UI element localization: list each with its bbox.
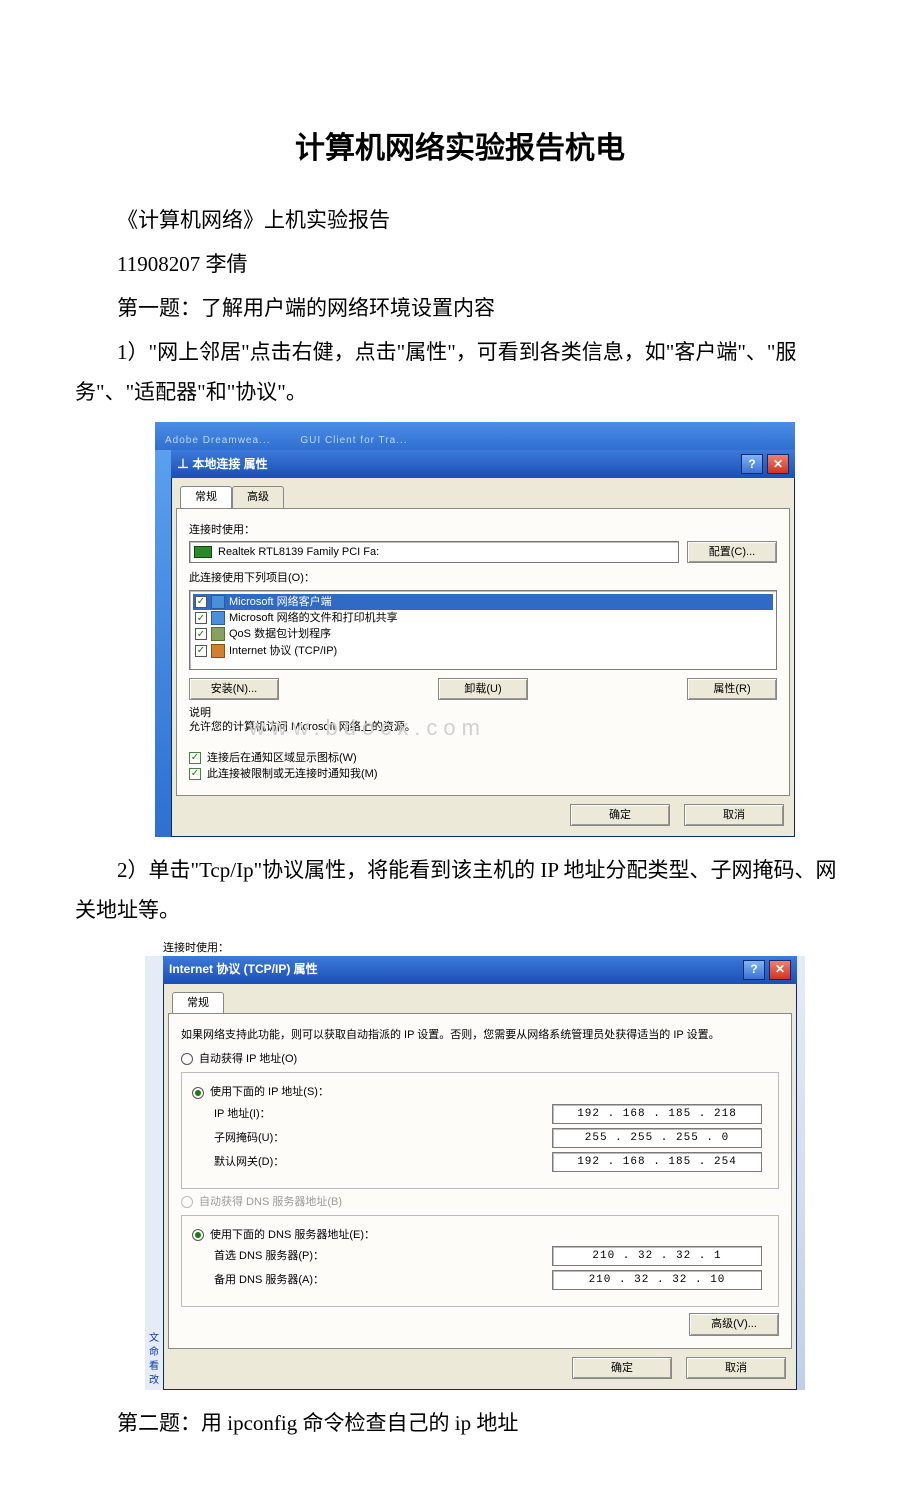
uninstall-button[interactable]: 卸载(U) — [438, 678, 528, 700]
desktop-taskbar-stub: Adobe Dreamwea... GUI Client for Tra... — [155, 422, 795, 450]
ip-field[interactable]: 192 . 168 . 185 . 218 — [552, 1104, 762, 1124]
label-dns2: 备用 DNS 服务器(A)： — [214, 1273, 324, 1287]
radio-label: 使用下面的 IP 地址(S)： — [210, 1085, 329, 1099]
help-button[interactable]: ? — [741, 454, 763, 474]
items-listbox[interactable]: Microsoft 网络客户端 Microsoft 网络的文件和打印机共享 Qo… — [189, 590, 777, 670]
radio-label: 自动获得 DNS 服务器地址(B) — [199, 1195, 342, 1209]
list-item-label: QoS 数据包计划程序 — [229, 627, 331, 641]
gateway-field[interactable]: 192 . 168 . 185 . 254 — [552, 1152, 762, 1172]
advanced-button[interactable]: 高级(V)... — [689, 1313, 779, 1335]
radio-icon — [181, 1196, 193, 1208]
q2-heading: 第二题：用 ipconfig 命令检查自己的 ip 地址 — [75, 1404, 845, 1444]
behind-label: 连接时使用： — [145, 941, 805, 955]
close-button[interactable]: ✕ — [767, 454, 789, 474]
taskbar-stub-2: GUI Client for Tra... — [300, 434, 407, 447]
cancel-button[interactable]: 取消 — [684, 804, 784, 826]
q1-heading: 第一题：了解用户端的网络环境设置内容 — [75, 289, 845, 329]
checkbox-icon[interactable] — [189, 752, 201, 764]
help-button[interactable]: ? — [743, 960, 765, 980]
page-title: 计算机网络实验报告杭电 — [75, 120, 845, 177]
nic-icon — [194, 546, 212, 558]
hint-text: 如果网络支持此功能，则可以获取自动指派的 IP 设置。否则，您需要从网络系统管理… — [181, 1028, 779, 1042]
label-connect-using: 连接时使用： — [189, 523, 777, 537]
radio-icon[interactable] — [181, 1053, 193, 1065]
radio-icon[interactable] — [192, 1229, 204, 1241]
subtitle-line: 《计算机网络》上机实验报告 — [75, 201, 845, 241]
dialog-titlebar: ⊥ 本地连接 属性 ? ✕ — [171, 450, 795, 478]
radio-label: 自动获得 IP 地址(O) — [199, 1052, 297, 1066]
client-icon — [211, 595, 225, 609]
dns2-field[interactable]: 210 . 32 . 32 . 10 — [552, 1270, 762, 1290]
tab-general[interactable]: 常规 — [172, 992, 224, 1013]
list-item[interactable]: Internet 协议 (TCP/IP) — [193, 643, 773, 659]
list-item-label: Internet 协议 (TCP/IP) — [229, 644, 337, 658]
checkbox-label: 此连接被限制或无连接时通知我(M) — [207, 767, 378, 781]
list-item[interactable]: QoS 数据包计划程序 — [193, 626, 773, 642]
checkbox-icon[interactable] — [195, 596, 207, 608]
ok-button[interactable]: 确定 — [572, 1357, 672, 1379]
tab-advanced[interactable]: 高级 — [232, 486, 284, 507]
list-item[interactable]: Microsoft 网络的文件和打印机共享 — [193, 610, 773, 626]
edge-char: 改 — [145, 1374, 163, 1388]
checkbox-icon[interactable] — [195, 628, 207, 640]
q1-step1: 1）"网上邻居"点击右健，点击"属性"，可看到各类信息，如"客户端"、"服务"、… — [75, 333, 845, 413]
checkbox-notify[interactable]: 此连接被限制或无连接时通知我(M) — [189, 767, 777, 781]
window-edge-right — [797, 956, 805, 1390]
label-mask: 子网掩码(U)： — [214, 1131, 284, 1145]
label-items: 此连接使用下列项目(O)： — [189, 571, 777, 585]
label-dns1: 首选 DNS 服务器(P)： — [214, 1249, 324, 1263]
watermark-text: www.bdocx.com — [249, 714, 486, 743]
dns1-field[interactable]: 210 . 32 . 32 . 1 — [552, 1246, 762, 1266]
radio-icon[interactable] — [192, 1087, 204, 1099]
dialog-title: 本地连接 属性 — [192, 457, 267, 471]
taskbar-stub-1: Adobe Dreamwea... — [165, 434, 270, 447]
configure-button[interactable]: 配置(C)... — [687, 541, 777, 563]
radio-use-dns[interactable]: 使用下面的 DNS 服务器地址(E)： — [192, 1228, 768, 1242]
q1-step2: 2）单击"Tcp/Ip"协议属性，将能看到该主机的 IP 地址分配类型、子网掩码… — [75, 851, 845, 931]
cancel-button[interactable]: 取消 — [686, 1357, 786, 1379]
window-edge-left: 文 命 看 改 — [145, 956, 163, 1390]
list-item[interactable]: Microsoft 网络客户端 — [193, 594, 773, 610]
tcpip-icon — [211, 644, 225, 658]
service-icon — [211, 611, 225, 625]
list-item-label: Microsoft 网络客户端 — [229, 595, 332, 609]
radio-use-ip[interactable]: 使用下面的 IP 地址(S)： — [192, 1085, 768, 1099]
edge-char: 看 — [145, 1360, 163, 1374]
list-item-label: Microsoft 网络的文件和打印机共享 — [229, 611, 398, 625]
adapter-name: Realtek RTL8139 Family PCI Fa: — [218, 545, 379, 559]
checkbox-icon[interactable] — [195, 645, 207, 657]
checkbox-show-icon[interactable]: 连接后在通知区域显示图标(W) — [189, 751, 777, 765]
install-button[interactable]: 安装(N)... — [189, 678, 279, 700]
dialog-title: Internet 协议 (TCP/IP) 属性 — [169, 962, 318, 978]
dialog-titlebar: Internet 协议 (TCP/IP) 属性 ? ✕ — [163, 956, 797, 984]
qos-icon — [211, 627, 225, 641]
properties-button[interactable]: 属性(R) — [687, 678, 777, 700]
mask-field[interactable]: 255 . 255 . 255 . 0 — [552, 1128, 762, 1148]
label-ip: IP 地址(I)： — [214, 1107, 271, 1121]
ok-button[interactable]: 确定 — [570, 804, 670, 826]
radio-auto-dns: 自动获得 DNS 服务器地址(B) — [181, 1195, 779, 1209]
checkbox-icon[interactable] — [189, 768, 201, 780]
desktop-left-strip — [155, 450, 171, 837]
dialog-local-connection: Adobe Dreamwea... GUI Client for Tra... … — [155, 422, 795, 837]
edge-char: 命 — [145, 1346, 163, 1360]
radio-auto-ip[interactable]: 自动获得 IP 地址(O) — [181, 1052, 779, 1066]
checkbox-icon[interactable] — [195, 612, 207, 624]
close-button[interactable]: ✕ — [769, 960, 791, 980]
author-line: 11908207 李倩 — [75, 245, 845, 285]
dialog-tcpip-properties: 连接时使用： 文 命 看 改 Internet 协议 (TCP/IP) 属性 ?… — [145, 941, 805, 1390]
checkbox-label: 连接后在通知区域显示图标(W) — [207, 751, 357, 765]
radio-label: 使用下面的 DNS 服务器地址(E)： — [210, 1228, 375, 1242]
tab-general[interactable]: 常规 — [180, 486, 232, 507]
edge-char: 文 — [145, 1332, 163, 1346]
label-gateway: 默认网关(D)： — [214, 1155, 284, 1169]
